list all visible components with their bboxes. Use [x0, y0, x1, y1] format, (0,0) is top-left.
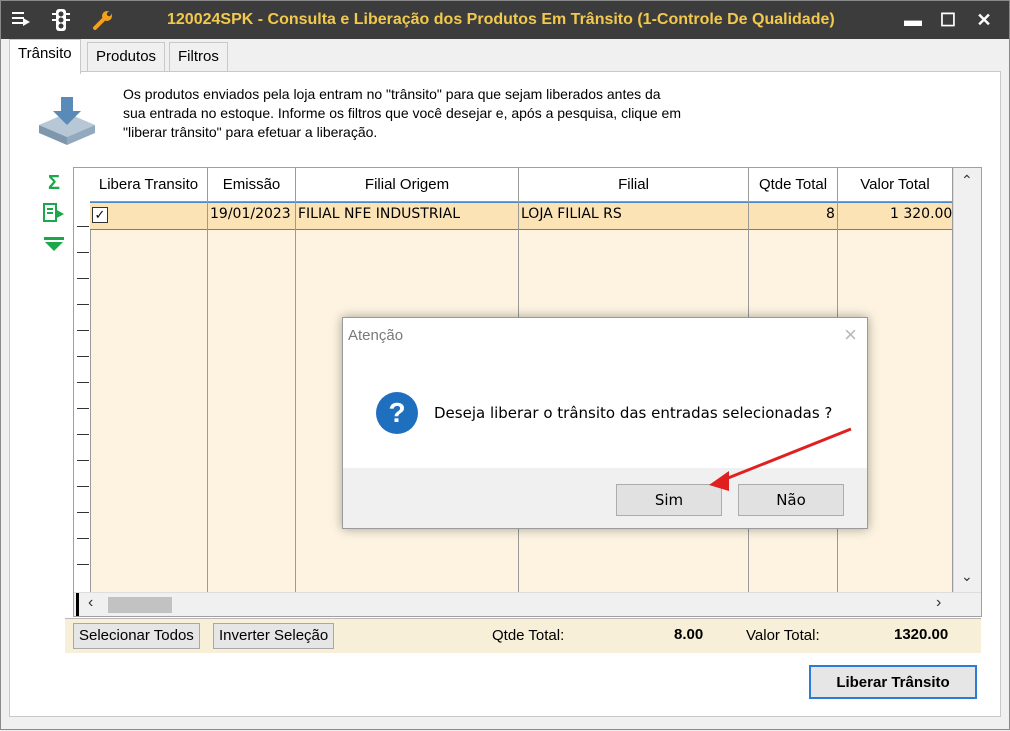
table-row[interactable]: 19/01/2023 FILIAL NFE INDUSTRIAL LOJA FI… — [90, 202, 952, 230]
sum-icon[interactable]: Σ — [41, 171, 67, 195]
download-box-icon — [37, 97, 97, 145]
app-window: 120024SPK - Consulta e Liberação dos Pro… — [0, 0, 1010, 730]
title-bar: 120024SPK - Consulta e Liberação dos Pro… — [1, 1, 1009, 39]
menu-icon[interactable] — [9, 8, 33, 32]
grid-footer: Selecionar Todos Inverter Seleção Qtde T… — [65, 618, 981, 653]
traffic-light-icon[interactable] — [49, 8, 73, 32]
cell-filial: LOJA FILIAL RS — [521, 206, 622, 222]
valor-total-label: Valor Total: — [746, 627, 820, 644]
col-header-valor-total[interactable]: Valor Total — [838, 168, 952, 202]
col-header-emissao[interactable]: Emissão — [208, 168, 295, 202]
confirm-dialog: Atenção × ? Deseja liberar o trânsito da… — [342, 317, 868, 529]
horizontal-scrollbar[interactable]: ‹ › — [74, 592, 981, 616]
close-button[interactable]: ✕ — [969, 6, 999, 34]
info-text: Os produtos enviados pela loja entram no… — [123, 86, 682, 140]
minimize-button[interactable]: ▬ — [898, 6, 928, 34]
liberar-transito-button[interactable]: Liberar Trânsito — [809, 665, 977, 699]
select-all-button[interactable]: Selecionar Todos — [73, 623, 200, 649]
scroll-right-icon[interactable]: › — [936, 594, 941, 612]
qtde-total-label: Qtde Total: — [492, 627, 565, 644]
libera-checkbox[interactable]: ✓ — [92, 207, 108, 223]
row-indicator-column — [74, 168, 91, 592]
cell-filial-origem: FILIAL NFE INDUSTRIAL — [298, 206, 461, 222]
scroll-left-icon[interactable]: ‹ — [88, 594, 93, 612]
col-header-filial[interactable]: Filial — [519, 168, 748, 202]
vertical-scrollbar[interactable]: ⌃ ⌄ — [953, 168, 981, 592]
col-header-libera[interactable]: Libera Transito — [90, 168, 207, 202]
question-icon: ? — [376, 392, 418, 434]
wrench-icon[interactable] — [91, 8, 115, 32]
cell-emissao: 19/01/2023 — [210, 206, 291, 222]
invert-selection-button[interactable]: Inverter Seleção — [213, 623, 335, 649]
filter-icon[interactable] — [41, 233, 67, 257]
maximize-button[interactable]: ☐ — [933, 6, 963, 34]
tab-produtos[interactable]: Produtos — [87, 42, 166, 71]
valor-total-value: 1320.00 — [894, 626, 949, 643]
dialog-title: Atenção — [348, 327, 404, 344]
qtde-total-value: 8.00 — [674, 626, 704, 643]
scroll-down-icon[interactable]: ⌄ — [961, 568, 973, 585]
cell-qtde-total: 8 — [826, 206, 835, 222]
dialog-message: Deseja liberar o trânsito das entradas s… — [434, 404, 833, 422]
tab-filtros[interactable]: Filtros — [169, 42, 228, 71]
export-icon[interactable] — [41, 201, 67, 225]
yes-button[interactable]: Sim — [616, 484, 722, 516]
tab-transito[interactable]: Trânsito — [9, 39, 81, 74]
horizontal-scroll-thumb[interactable] — [108, 597, 172, 613]
scroll-up-icon[interactable]: ⌃ — [961, 172, 973, 189]
col-header-filial-origem[interactable]: Filial Origem — [296, 168, 518, 202]
col-header-qtde-total[interactable]: Qtde Total — [749, 168, 837, 202]
dialog-button-bar: Sim Não — [343, 468, 867, 528]
cell-valor-total: 1 320.00 — [890, 206, 953, 222]
no-button[interactable]: Não — [738, 484, 844, 516]
window-title: 120024SPK - Consulta e Liberação dos Pro… — [167, 11, 835, 28]
dialog-close-icon[interactable]: × — [844, 322, 857, 348]
